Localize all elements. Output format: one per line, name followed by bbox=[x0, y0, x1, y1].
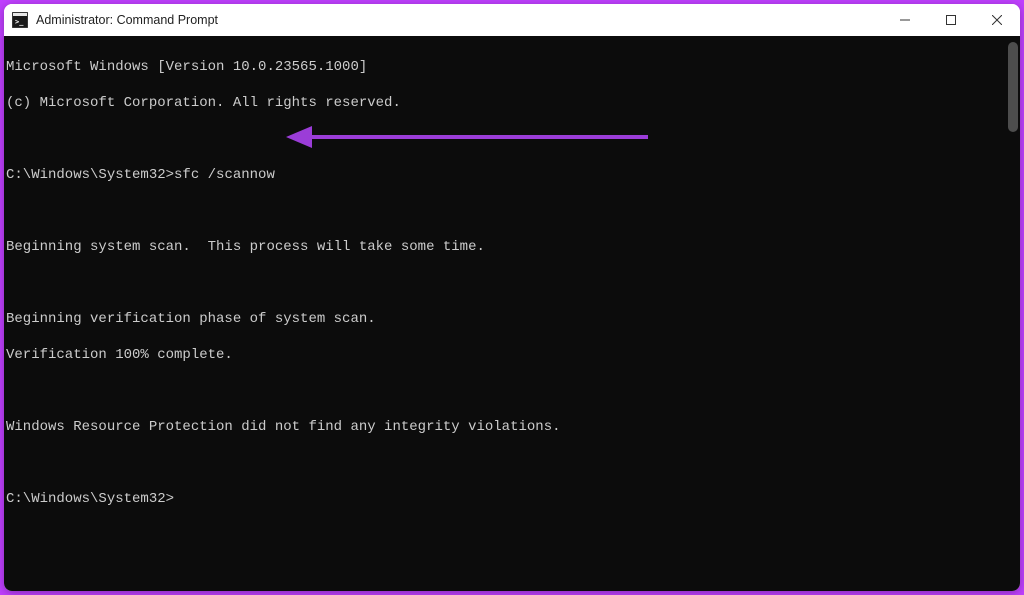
terminal-output: Microsoft Windows [Version 10.0.23565.10… bbox=[4, 36, 1020, 548]
output-line bbox=[6, 454, 1018, 472]
prompt-command: sfc /scannow bbox=[174, 166, 275, 184]
output-line: Windows Resource Protection did not find… bbox=[6, 418, 1018, 436]
maximize-button[interactable] bbox=[928, 4, 974, 36]
output-line bbox=[6, 202, 1018, 220]
output-line: Verification 100% complete. bbox=[6, 346, 1018, 364]
close-button[interactable] bbox=[974, 4, 1020, 36]
prompt-line: C:\Windows\System32> bbox=[6, 490, 1018, 508]
terminal-area[interactable]: Microsoft Windows [Version 10.0.23565.10… bbox=[4, 36, 1020, 591]
prompt-path: C:\Windows\System32> bbox=[6, 166, 174, 184]
output-line: Beginning verification phase of system s… bbox=[6, 310, 1018, 328]
cmd-icon: >_ bbox=[12, 12, 28, 28]
titlebar[interactable]: >_ Administrator: Command Prompt bbox=[4, 4, 1020, 36]
window-controls bbox=[882, 4, 1020, 36]
output-line: Beginning system scan. This process will… bbox=[6, 238, 1018, 256]
minimize-button[interactable] bbox=[882, 4, 928, 36]
svg-text:>_: >_ bbox=[15, 18, 24, 26]
prompt-line: C:\Windows\System32>sfc /scannow bbox=[6, 166, 1018, 184]
output-line bbox=[6, 382, 1018, 400]
command-prompt-window: >_ Administrator: Command Prompt Microso… bbox=[4, 4, 1020, 591]
scrollbar-thumb[interactable] bbox=[1008, 42, 1018, 132]
output-line: (c) Microsoft Corporation. All rights re… bbox=[6, 94, 1018, 112]
output-line bbox=[6, 274, 1018, 292]
output-line: Microsoft Windows [Version 10.0.23565.10… bbox=[6, 58, 1018, 76]
output-line bbox=[6, 130, 1018, 148]
window-title: Administrator: Command Prompt bbox=[36, 13, 218, 27]
